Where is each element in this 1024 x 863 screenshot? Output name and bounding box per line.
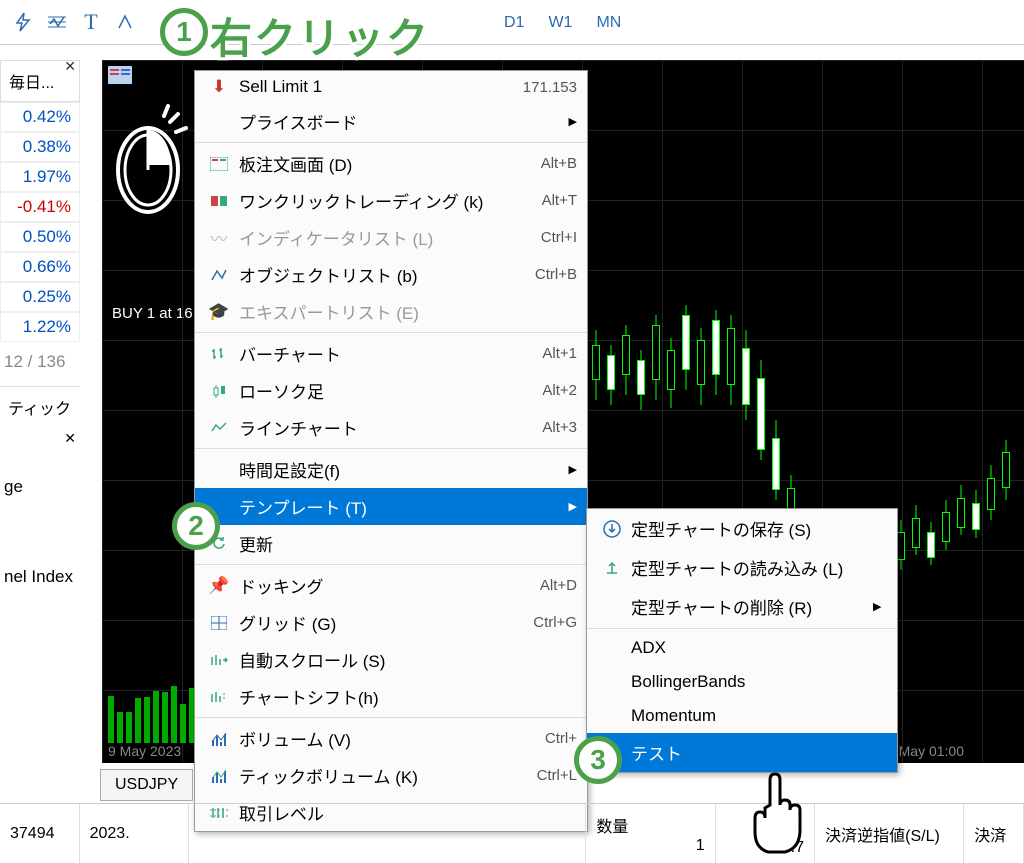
ctx-volume[interactable]: ボリューム (V) Ctrl+ bbox=[195, 720, 587, 757]
sub-bb[interactable]: BollingerBands bbox=[587, 665, 897, 699]
lightning-icon[interactable] bbox=[8, 7, 38, 37]
bottom-tabs: USDJPY bbox=[100, 767, 193, 803]
bottom-qty: 数量 1 bbox=[586, 804, 715, 863]
bottom-col-2: 2023. bbox=[80, 804, 189, 863]
sub-momentum[interactable]: Momentum bbox=[587, 699, 897, 733]
object-list-icon bbox=[205, 265, 233, 285]
annotation-badge-1: 1 bbox=[160, 8, 208, 56]
ctx-timeframe[interactable]: 時間足設定(f) ▶ bbox=[195, 451, 587, 488]
expert-icon: 🎓 bbox=[205, 302, 233, 322]
submenu-arrow-icon: ▶ bbox=[565, 115, 577, 128]
volume-icon bbox=[205, 729, 233, 749]
ctx-oneclick[interactable]: ワンクリックトレーディング (k) Alt+T bbox=[195, 182, 587, 219]
chart-header-icon bbox=[108, 66, 132, 84]
tf-d1[interactable]: D1 bbox=[494, 10, 534, 36]
bottom-row: 37494 2023. 数量 1 169.7 決済逆指値(S/L) 決済 bbox=[0, 803, 1024, 863]
oneclick-icon bbox=[205, 191, 233, 211]
sub-adx[interactable]: ADX bbox=[587, 631, 897, 665]
template-submenu: 定型チャートの保存 (S) 定型チャートの読み込み (L) 定型チャートの削除 … bbox=[586, 508, 898, 773]
submenu-arrow-icon: ▶ bbox=[873, 600, 885, 613]
grid-icon bbox=[205, 613, 233, 633]
indicator-list-icon: 〰 bbox=[205, 228, 233, 248]
annotation-badge-3: 3 bbox=[574, 736, 622, 784]
pct-row: 0.38% bbox=[0, 132, 80, 162]
ctx-template[interactable]: テンプレート (T) ▶ bbox=[195, 488, 587, 525]
ctx-grid[interactable]: グリッド (G) Ctrl+G bbox=[195, 604, 587, 641]
ctx-barchart[interactable]: バーチャート Alt+1 bbox=[195, 335, 587, 372]
left-panel: ✕ 毎日... 0.42%0.38%1.97%-0.41%0.50%0.66%0… bbox=[0, 60, 80, 597]
ctx-indicators: 〰 インディケータリスト (L) Ctrl+I bbox=[195, 219, 587, 256]
submenu-arrow-icon: ▶ bbox=[565, 463, 577, 476]
sub-load[interactable]: 定型チャートの読み込み (L) bbox=[587, 548, 897, 587]
sub-test[interactable]: テスト bbox=[587, 733, 897, 772]
bottom-col-1: 37494 bbox=[0, 804, 80, 863]
ctx-priceboard[interactable]: プライスボード ▶ bbox=[195, 103, 587, 140]
tickvol-icon bbox=[205, 766, 233, 786]
annotation-title: 右クリック bbox=[210, 5, 430, 66]
ctx-tickvol[interactable]: ティックボリューム (K) Ctrl+L bbox=[195, 757, 587, 794]
pct-row: 0.50% bbox=[0, 222, 80, 252]
sub-delete[interactable]: 定型チャートの削除 (R) ▶ bbox=[587, 587, 897, 626]
pct-row: 0.25% bbox=[0, 282, 80, 312]
close-icon-2[interactable]: ✕ bbox=[64, 430, 76, 447]
hand-cursor-icon bbox=[740, 770, 810, 860]
ctx-docking[interactable]: 📌 ドッキング Alt+D bbox=[195, 567, 587, 604]
pct-row: 0.42% bbox=[0, 102, 80, 132]
cut-text-3: nel Index bbox=[0, 557, 80, 597]
ctx-chartshift[interactable]: チャートシフト(h) bbox=[195, 678, 587, 715]
cut-text-2: ge bbox=[0, 467, 80, 507]
tick-tab[interactable]: ティック bbox=[0, 386, 80, 427]
load-icon bbox=[599, 558, 625, 578]
annotation-badge-2: 2 bbox=[172, 502, 220, 550]
ctx-sell-limit[interactable]: ⬇ Sell Limit 1 171.153 bbox=[195, 71, 587, 103]
context-menu: ⬇ Sell Limit 1 171.153 プライスボード ▶ 板注文画面 (… bbox=[194, 70, 588, 832]
tf-w1[interactable]: W1 bbox=[538, 10, 582, 36]
sell-arrow-icon: ⬇ bbox=[205, 77, 233, 97]
linechart-icon bbox=[205, 418, 233, 438]
close-icon[interactable]: ✕ bbox=[64, 58, 76, 75]
ctx-refresh[interactable]: 更新 bbox=[195, 525, 587, 562]
indicator-icon[interactable] bbox=[42, 7, 72, 37]
save-icon bbox=[599, 519, 625, 539]
pct-row: 1.22% bbox=[0, 312, 80, 342]
pin-icon: 📌 bbox=[205, 576, 233, 596]
date-label-1: 9 May 2023 bbox=[108, 743, 181, 759]
symbol-tab[interactable]: USDJPY bbox=[100, 769, 193, 801]
sub-save[interactable]: 定型チャートの保存 (S) bbox=[587, 509, 897, 548]
buy-label: BUY 1 at 16 bbox=[112, 305, 193, 322]
submenu-arrow-icon: ▶ bbox=[565, 500, 577, 513]
ctx-autoscroll[interactable]: 自動スクロール (S) bbox=[195, 641, 587, 678]
candle-icon bbox=[205, 381, 233, 401]
pct-row: 1.97% bbox=[0, 162, 80, 192]
ctx-depth[interactable]: 板注文画面 (D) Alt+B bbox=[195, 145, 587, 182]
chartshift-icon bbox=[205, 687, 233, 707]
ctx-candles[interactable]: ローソク足 Alt+2 bbox=[195, 372, 587, 409]
autoscroll-icon bbox=[205, 650, 233, 670]
ctx-objects[interactable]: オブジェクトリスト (b) Ctrl+B bbox=[195, 256, 587, 293]
ctx-experts: 🎓 エキスパートリスト (E) bbox=[195, 293, 587, 330]
ctx-linechart[interactable]: ラインチャート Alt+3 bbox=[195, 409, 587, 446]
cut-text: 12 / 136 bbox=[0, 342, 80, 382]
tf-mn[interactable]: MN bbox=[586, 10, 631, 36]
mouse-right-click-icon bbox=[108, 100, 188, 220]
pct-row: -0.41% bbox=[0, 192, 80, 222]
tool-icon[interactable] bbox=[110, 7, 140, 37]
pct-row: 0.66% bbox=[0, 252, 80, 282]
barchart-icon bbox=[205, 344, 233, 364]
bottom-settle: 決済 bbox=[964, 804, 1024, 863]
depth-icon bbox=[205, 154, 233, 174]
text-icon[interactable]: T bbox=[76, 7, 106, 37]
bottom-sl: 決済逆指値(S/L) bbox=[815, 804, 964, 863]
